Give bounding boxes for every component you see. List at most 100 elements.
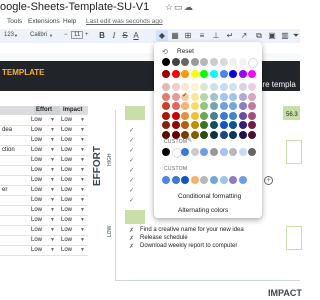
custom-color-swatch[interactable] — [200, 148, 209, 156]
color-swatch[interactable] — [229, 130, 238, 139]
custom-color-swatch[interactable] — [181, 148, 190, 156]
color-swatch[interactable] — [248, 130, 257, 139]
impact-value[interactable]: Low — [61, 177, 72, 183]
color-swatch[interactable] — [171, 70, 180, 78]
impact-value[interactable]: Low — [61, 157, 72, 163]
effort-dropdown-icon[interactable]: ▼ — [50, 227, 55, 233]
color-swatch[interactable] — [248, 70, 257, 78]
impact-dropdown-icon[interactable]: ▼ — [80, 177, 85, 183]
color-swatch[interactable] — [210, 121, 218, 129]
color-swatch[interactable] — [162, 70, 170, 78]
color-swatch[interactable] — [171, 83, 180, 91]
impact-value[interactable]: Low — [61, 217, 72, 223]
color-swatch[interactable] — [219, 83, 228, 91]
color-swatch[interactable] — [238, 92, 247, 101]
impact-dropdown-icon[interactable]: ▼ — [80, 117, 85, 123]
table-row[interactable]: Low ▼ Low ▼ — [0, 246, 88, 256]
alternating-colors-item[interactable]: Alternating colors — [178, 207, 228, 214]
font-dropdown-icon[interactable]: ▼ — [49, 33, 53, 38]
impact-dropdown-icon[interactable]: ▼ — [80, 127, 85, 133]
impact-value[interactable]: Low — [61, 187, 72, 193]
more-templates-link[interactable]: ore templa — [258, 80, 296, 89]
table-row[interactable]: Low ▼ Low ▼ — [0, 166, 88, 176]
impact-value[interactable]: Low — [61, 207, 72, 213]
effort-dropdown-icon[interactable]: ▼ — [50, 127, 55, 133]
custom-color-swatch[interactable] — [229, 176, 238, 184]
color-swatch[interactable] — [229, 111, 238, 120]
color-swatch[interactable] — [171, 111, 180, 120]
effort-value[interactable]: Low — [31, 227, 42, 233]
color-swatch[interactable] — [162, 102, 170, 110]
color-swatch[interactable] — [248, 83, 257, 91]
color-swatch[interactable] — [162, 58, 170, 66]
color-swatch[interactable] — [229, 102, 238, 110]
color-swatch[interactable] — [181, 83, 190, 91]
impact-value[interactable]: Low — [61, 137, 72, 143]
color-swatch[interactable] — [219, 130, 228, 139]
add-custom-color-icon[interactable]: + — [264, 176, 273, 185]
custom-color-swatch[interactable] — [210, 148, 218, 156]
color-swatch[interactable] — [219, 92, 228, 101]
color-swatch[interactable] — [248, 111, 257, 120]
color-swatch[interactable] — [210, 58, 218, 66]
custom-color-swatch[interactable] — [190, 148, 199, 156]
custom-color-swatch[interactable] — [171, 176, 180, 184]
effort-dropdown-icon[interactable]: ▼ — [50, 247, 55, 253]
color-swatch[interactable] — [238, 130, 247, 139]
impact-value[interactable]: Low — [61, 237, 72, 243]
color-swatch[interactable] — [229, 121, 238, 129]
effort-dropdown-icon[interactable]: ▼ — [50, 207, 55, 213]
color-swatch[interactable] — [200, 111, 209, 120]
custom-color-swatch[interactable] — [238, 148, 247, 156]
effort-value[interactable]: Low — [31, 197, 42, 203]
document-title[interactable]: oogle-Sheets-Template-SU-V1 — [0, 1, 149, 13]
row-label[interactable]: ction — [2, 147, 15, 153]
impact-value[interactable]: Low — [61, 227, 72, 233]
color-swatch[interactable] — [162, 121, 170, 129]
table-row[interactable]: dea Low ▼ Low ▼ — [0, 126, 88, 136]
fill-color-icon[interactable]: ◆ — [156, 30, 168, 41]
color-swatch[interactable] — [190, 121, 199, 129]
insert-comment-icon[interactable]: ▣ — [266, 30, 278, 41]
impact-dropdown-icon[interactable]: ▼ — [80, 217, 85, 223]
impact-dropdown-icon[interactable]: ▼ — [80, 157, 85, 163]
effort-dropdown-icon[interactable]: ▼ — [50, 187, 55, 193]
effort-dropdown-icon[interactable]: ▼ — [50, 237, 55, 243]
effort-value[interactable]: Low — [31, 137, 42, 143]
color-swatch[interactable] — [171, 121, 180, 129]
color-swatch[interactable] — [190, 83, 199, 91]
effort-value[interactable]: Low — [31, 207, 42, 213]
color-swatch[interactable] — [200, 121, 209, 129]
color-swatch[interactable] — [162, 111, 170, 120]
color-swatch[interactable] — [219, 58, 228, 66]
color-swatch[interactable] — [219, 111, 228, 120]
impact-dropdown-icon[interactable]: ▼ — [80, 137, 85, 143]
font-size-field[interactable]: 11 — [71, 31, 84, 39]
color-swatch[interactable] — [181, 58, 190, 66]
custom-color-swatch[interactable] — [162, 148, 170, 156]
row-label[interactable]: er — [2, 187, 7, 193]
reset-button[interactable]: Reset — [177, 48, 194, 55]
color-swatch[interactable] — [200, 70, 209, 78]
color-swatch[interactable] — [181, 102, 190, 110]
color-swatch[interactable] — [210, 102, 218, 110]
impact-value[interactable]: Low — [61, 127, 72, 133]
color-swatch[interactable] — [200, 83, 209, 91]
color-swatch[interactable] — [248, 58, 259, 68]
color-swatch[interactable] — [200, 130, 209, 139]
custom-color-swatch[interactable] — [248, 148, 257, 156]
table-row[interactable]: er Low ▼ Low ▼ — [0, 186, 88, 196]
custom-color-swatch[interactable] — [181, 176, 190, 184]
impact-value[interactable]: Low — [61, 197, 72, 203]
bold-icon[interactable]: B — [96, 30, 108, 41]
effort-value[interactable]: Low — [31, 157, 42, 163]
custom-color-swatch[interactable] — [219, 148, 228, 156]
effort-value[interactable]: Low — [31, 187, 42, 193]
table-row[interactable]: Low ▼ Low ▼ — [0, 176, 88, 186]
cloud-status-icon[interactable]: ☁ — [184, 2, 193, 13]
color-swatch[interactable] — [229, 70, 238, 78]
table-row[interactable]: Low ▼ Low ▼ — [0, 156, 88, 166]
color-swatch[interactable] — [210, 83, 218, 91]
effort-value[interactable]: Low — [31, 217, 42, 223]
effort-value[interactable]: Low — [31, 117, 42, 123]
